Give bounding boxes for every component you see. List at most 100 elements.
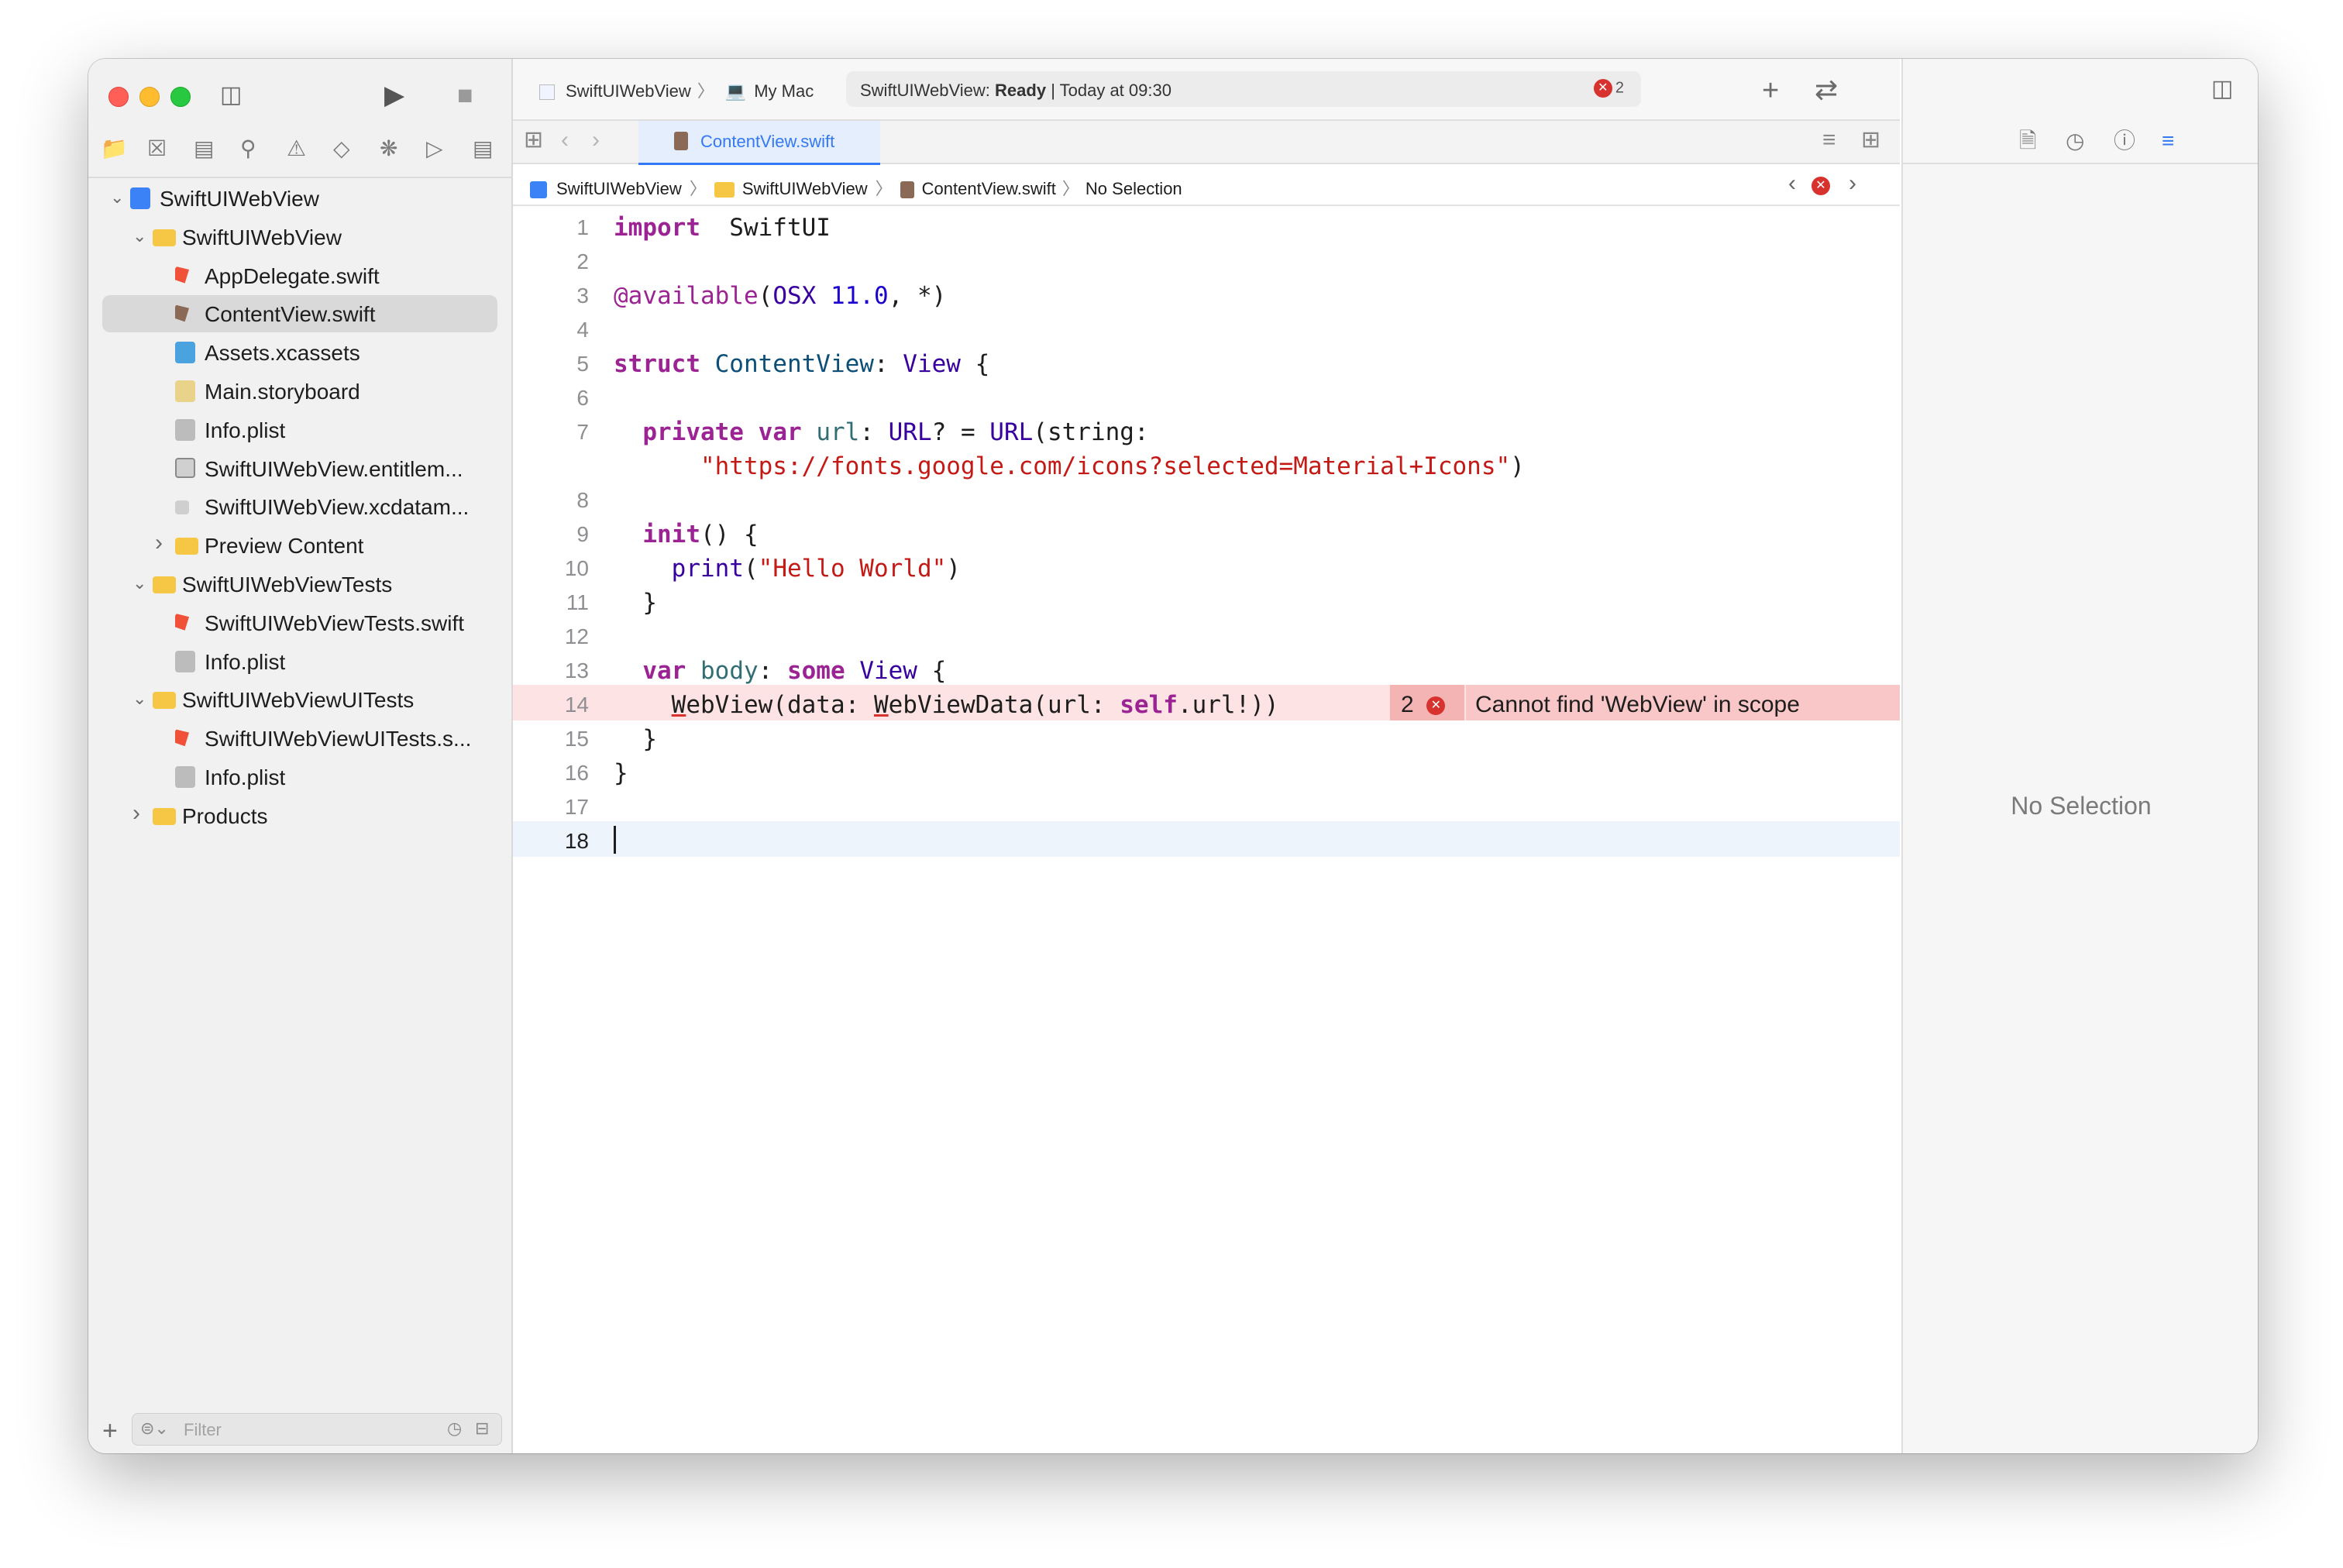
tree-row[interactable]: SwiftUIWebViewUITests.s... — [102, 720, 497, 757]
code-line[interactable]: 18 — [513, 821, 1900, 857]
code-line[interactable]: 1 import SwiftUI — [513, 208, 1900, 243]
tree-row[interactable]: Info.plist — [102, 758, 497, 796]
disclosure-closed-icon[interactable]: › — [155, 530, 163, 556]
file-inspector-icon[interactable]: 🗎 — [2019, 130, 2037, 152]
breadcrumb-project[interactable]: SwiftUIWebView — [556, 179, 682, 198]
error-count-badge[interactable]: 2 ✕ — [1390, 685, 1464, 720]
tree-row[interactable]: SwiftUIWebViewTests.swift — [102, 604, 497, 641]
code-line[interactable]: 10 print("Hello World") — [513, 548, 1900, 584]
tree-row[interactable]: Info.plist — [102, 643, 497, 680]
tree-row[interactable]: Info.plist — [102, 411, 497, 449]
folder-icon — [153, 807, 176, 825]
code-line[interactable]: 16} — [513, 753, 1900, 789]
quick-help-icon[interactable]: ⓘ — [2114, 130, 2135, 152]
code-token: import — [614, 214, 700, 242]
status-time: Today at 09:30 — [1059, 81, 1172, 100]
tree-row[interactable]: › Products — [102, 797, 497, 834]
breadcrumb: SwiftUIWebView 〉 SwiftUIWebView 〉 ContentVie… — [530, 175, 1182, 200]
tree-row[interactable]: ⌄ SwiftUIWebViewTests — [102, 566, 497, 603]
add-file-icon[interactable]: + — [102, 1416, 118, 1446]
editor-area: SwiftUIWebView 〉 💻 My Mac SwiftUIWebView: R… — [513, 59, 1900, 1453]
filter-input[interactable]: ⊜⌄ Filter ◷ ⊟ — [132, 1413, 502, 1446]
tree-row[interactable]: SwiftUIWebView.entitlem... — [102, 450, 497, 487]
disclosure-open-icon[interactable]: ⌄ — [132, 689, 146, 709]
attributes-inspector-icon[interactable]: ≡ — [2162, 130, 2174, 152]
code-line[interactable]: 13 var body: some View { — [513, 651, 1900, 686]
zoom-window-button[interactable] — [170, 87, 191, 107]
tab-contentview-swift[interactable]: ContentView.swift — [638, 121, 880, 165]
related-items-icon[interactable]: ⊞ — [524, 129, 543, 152]
error-message-banner[interactable]: Cannot find 'WebView' in scope — [1466, 685, 1900, 720]
run-icon[interactable]: ▶ — [384, 82, 404, 108]
code-line[interactable]: 14 WebView(data: WebViewData(url: self.u… — [513, 685, 1900, 720]
code-line[interactable]: 4 — [513, 310, 1900, 346]
code-line[interactable]: 17 — [513, 787, 1900, 823]
breadcrumb-symbol[interactable]: No Selection — [1085, 179, 1182, 198]
filter-options-icon[interactable]: ⊜⌄ — [140, 1418, 169, 1439]
code-token: "https://fonts.google.com/icons?selected… — [700, 452, 1511, 480]
previous-issue-icon[interactable]: ‹ — [1788, 172, 1796, 195]
close-window-button[interactable] — [108, 87, 129, 107]
disclosure-closed-icon[interactable]: › — [132, 800, 140, 827]
breakpoint-navigator-icon[interactable]: ▷ — [426, 138, 443, 160]
code-token: URL — [888, 418, 932, 446]
tree-row[interactable]: › Preview Content — [102, 527, 497, 564]
code-line[interactable]: 8 — [513, 480, 1900, 516]
tree-row[interactable]: ⌄ SwiftUIWebViewUITests — [102, 681, 497, 718]
code-line[interactable]: 11 } — [513, 583, 1900, 618]
split-editor-icon[interactable]: ⊞ — [1861, 129, 1880, 152]
code-token: ? = — [931, 418, 990, 446]
code-line[interactable]: 2 — [513, 242, 1900, 277]
find-navigator-icon[interactable]: ⚲ — [240, 138, 256, 160]
code-line[interactable]: "https://fonts.google.com/icons?selected… — [513, 446, 1900, 482]
plist-icon — [175, 766, 195, 788]
source-editor[interactable]: 1 import SwiftUI 2 3 @available(OSX 11.0, *)… — [513, 208, 1900, 1453]
editor-options-icon[interactable]: ≡ — [1822, 129, 1836, 152]
minimize-window-button[interactable] — [139, 87, 160, 107]
recent-files-icon[interactable]: ◷ — [447, 1418, 462, 1439]
code-line[interactable]: 5 struct ContentView: View { — [513, 344, 1900, 380]
status-error-badge[interactable]: ✕ 2 — [1593, 79, 1624, 98]
scheme-selector[interactable]: SwiftUIWebView 〉 💻 My Mac — [539, 77, 814, 102]
source-control-filter-icon[interactable]: ⊟ — [475, 1418, 489, 1439]
tree-row[interactable]: Assets.xcassets — [102, 334, 497, 371]
issue-error-icon[interactable]: ✕ — [1811, 174, 1833, 197]
breadcrumb-group[interactable]: SwiftUIWebView — [742, 179, 868, 198]
stop-icon[interactable]: ■ — [457, 82, 473, 108]
code-line[interactable]: 3 @available(OSX 11.0, *) — [513, 276, 1900, 311]
next-issue-icon[interactable]: › — [1849, 172, 1856, 195]
history-inspector-icon[interactable]: ◷ — [2066, 130, 2084, 152]
disclosure-open-icon[interactable]: ⌄ — [110, 187, 124, 208]
code-line[interactable]: 15 } — [513, 719, 1900, 755]
tree-row[interactable]: Main.storyboard — [102, 373, 497, 410]
tree-row[interactable]: ContentView.swift — [102, 295, 497, 333]
code-line[interactable]: 6 — [513, 378, 1900, 414]
xcode-window: ◫ ▶ ■ 📁 ☒ ▤ ⚲ ⚠ ◇ ❋ ▷ ▤ ⌄ SwiftUIWebView ⌄… — [88, 59, 2258, 1453]
breadcrumb-file[interactable]: ContentView.swift — [922, 179, 1056, 198]
code-line[interactable]: 9 init() { — [513, 514, 1900, 550]
inspector-toggle-icon[interactable]: ◫ — [2211, 77, 2233, 101]
code-line[interactable]: 12 — [513, 617, 1900, 652]
symbol-navigator-icon[interactable]: ▤ — [194, 138, 214, 160]
debug-navigator-icon[interactable]: ❋ — [380, 138, 397, 160]
issue-navigator-icon[interactable]: ⚠ — [287, 138, 306, 160]
sidebar-toggle-icon[interactable]: ◫ — [220, 84, 242, 107]
test-navigator-icon[interactable]: ◇ — [333, 138, 350, 160]
report-navigator-icon[interactable]: ▤ — [473, 138, 493, 160]
code-line[interactable]: 7 private var url: URL? = URL(string: — [513, 412, 1900, 448]
forward-icon[interactable]: › — [592, 129, 600, 152]
code-token: @available — [614, 282, 759, 310]
source-control-navigator-icon[interactable]: ☒ — [147, 138, 167, 160]
tree-row[interactable]: SwiftUIWebView.xcdatam... — [102, 488, 497, 525]
project-navigator-icon[interactable]: 📁 — [101, 138, 128, 160]
back-icon[interactable]: ‹ — [561, 129, 569, 152]
disclosure-open-icon[interactable]: ⌄ — [132, 573, 146, 593]
tree-row-label: Main.storyboard — [205, 380, 360, 404]
library-add-icon[interactable]: + — [1762, 76, 1779, 105]
code-review-icon[interactable]: ⇄ — [1815, 76, 1838, 104]
tree-row[interactable]: ⌄ SwiftUIWebView — [102, 218, 497, 256]
disclosure-open-icon[interactable]: ⌄ — [132, 226, 146, 246]
tree-row[interactable]: AppDelegate.swift — [102, 257, 497, 294]
error-count: 2 — [1401, 692, 1414, 717]
tree-row[interactable]: ⌄ SwiftUIWebView — [102, 180, 497, 217]
